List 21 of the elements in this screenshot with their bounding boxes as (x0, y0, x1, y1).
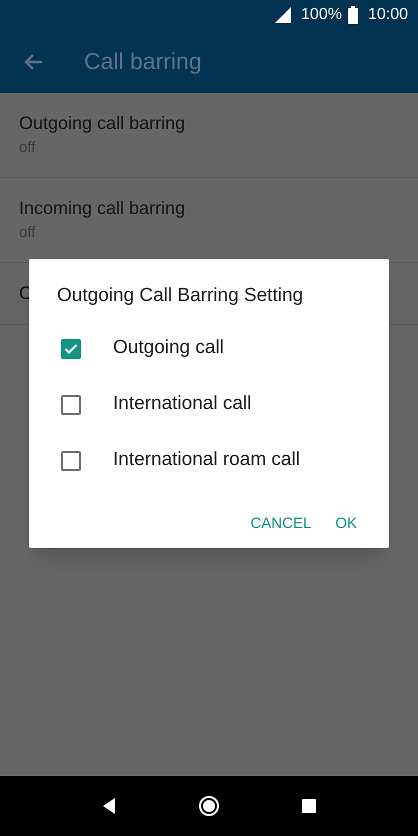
dialog-title: Outgoing Call Barring Setting (57, 284, 304, 308)
item-title: Incoming call barring (19, 197, 186, 220)
option-label[interactable]: Outgoing call (113, 334, 224, 363)
battery-percent: 100% (301, 5, 342, 25)
clock-time: 10:00 (368, 5, 408, 25)
screen-title: Call barring (84, 47, 202, 76)
option-label[interactable]: International roam call (113, 446, 300, 475)
item-title: Outgoing call barring (19, 112, 186, 136)
back-nav-icon[interactable] (100, 797, 117, 815)
signal-icon (275, 7, 292, 23)
home-nav-icon[interactable] (198, 795, 220, 817)
checkbox[interactable] (61, 338, 81, 358)
checkmark-icon (64, 342, 78, 354)
battery-icon (348, 6, 358, 24)
back-arrow-icon (23, 52, 43, 70)
cancel-button[interactable]: CANCEL (242, 502, 320, 545)
ok-button[interactable]: OK (327, 502, 365, 545)
recents-nav-icon[interactable] (301, 798, 318, 814)
checkbox[interactable] (61, 450, 81, 470)
option-label[interactable]: International call (113, 390, 252, 419)
checkbox[interactable] (61, 394, 81, 414)
